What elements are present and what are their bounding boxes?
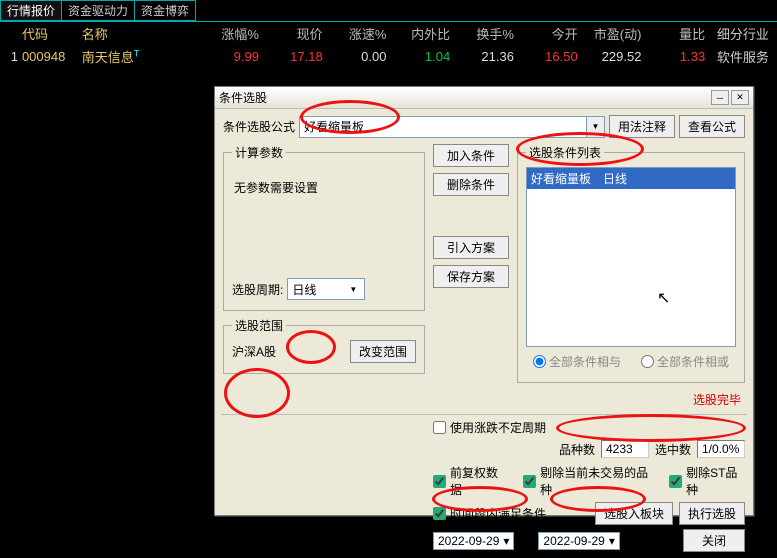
close-icon[interactable]: ✕ <box>731 90 749 105</box>
chk-excl-nontrade-label: 剔除当前未交易的品种 <box>540 464 652 498</box>
stat-varieties-value: 4233 <box>601 440 649 458</box>
cell-code: 000948 <box>22 49 82 64</box>
chk-excl-st[interactable] <box>669 475 682 488</box>
grid-row[interactable]: 1 000948 南天信息T 9.99 17.18 0.00 1.04 21.3… <box>0 45 777 68</box>
usage-button[interactable]: 用法注释 <box>609 115 675 138</box>
chk-excl-st-label: 剔除ST品种 <box>686 464 745 498</box>
col-industry[interactable]: 细分行业 <box>711 24 775 43</box>
change-scope-button[interactable]: 改变范围 <box>350 340 416 363</box>
col-spd[interactable]: 涨速% <box>329 24 393 43</box>
cell-open: 16.50 <box>520 49 584 64</box>
chk-time-label: 时间段内满足条件 <box>450 505 546 522</box>
scope-legend: 选股范围 <box>232 317 286 334</box>
cell-price: 17.18 <box>265 49 329 64</box>
radio-and[interactable]: 全部条件相与 <box>533 353 621 370</box>
cell-pe: 229.52 <box>584 49 648 64</box>
col-vol[interactable]: 量比 <box>647 24 711 43</box>
col-price[interactable]: 现价 <box>265 24 329 43</box>
status-done: 选股完毕 <box>433 391 741 408</box>
chevron-down-icon[interactable]: ▼ <box>346 285 360 294</box>
flag-sup: T <box>134 49 140 59</box>
cell-ratio: 1.04 <box>392 49 456 64</box>
period-label: 选股周期: <box>232 281 283 298</box>
chk-uncertain-label: 使用涨跌不定周期 <box>450 419 546 436</box>
col-turn[interactable]: 换手% <box>456 24 520 43</box>
stat-varieties-label: 品种数 <box>559 441 595 458</box>
col-pe[interactable]: 市盈(动) <box>584 24 648 43</box>
date-to[interactable]: 2022-09-29 ▾ <box>538 532 619 550</box>
col-chgpct[interactable]: 涨幅% <box>201 24 265 43</box>
scope-value: 沪深A股 <box>232 343 276 360</box>
dialog-titlebar[interactable]: 条件选股 ─ ✕ <box>215 87 753 109</box>
col-name[interactable]: 名称 <box>82 24 202 43</box>
calc-params-fieldset: 计算参数 无参数需要设置 选股周期: 日线 ▼ <box>223 144 425 311</box>
condition-listbox[interactable]: 好看缩量板 日线 ↖ <box>526 167 736 347</box>
period-value: 日线 <box>292 281 316 298</box>
chk-excl-nontrade[interactable] <box>523 475 536 488</box>
view-formula-button[interactable]: 查看公式 <box>679 115 745 138</box>
condlist-fieldset: 选股条件列表 好看缩量板 日线 ↖ 全部条件相与 全部条件相或 <box>517 144 745 383</box>
chevron-down-icon[interactable]: ▼ <box>587 116 605 138</box>
formula-input[interactable] <box>299 116 587 138</box>
minimize-icon[interactable]: ─ <box>711 90 729 105</box>
condlist-legend: 选股条件列表 <box>526 144 604 161</box>
chk-fq-label: 前复权数据 <box>450 464 506 498</box>
col-ratio[interactable]: 内外比 <box>392 24 456 43</box>
cell-vol: 1.33 <box>647 49 711 64</box>
scope-fieldset: 选股范围 沪深A股 改变范围 <box>223 317 425 374</box>
stat-hits-value: 1/0.0% <box>697 440 745 458</box>
execute-button[interactable]: 执行选股 <box>679 502 745 525</box>
save-plan-button[interactable]: 保存方案 <box>433 265 509 288</box>
row-index: 1 <box>2 49 22 64</box>
cursor-icon: ↖ <box>657 288 670 308</box>
chevron-down-icon[interactable]: ▾ <box>609 534 615 548</box>
calc-legend: 计算参数 <box>232 144 286 161</box>
period-select[interactable]: 日线 ▼ <box>287 278 365 300</box>
tab-quotes[interactable]: 行情报价 <box>0 0 62 21</box>
tab-fund-drive[interactable]: 资金驱动力 <box>61 0 135 21</box>
grid-header: 代码 名称 涨幅% 现价 涨速% 内外比 换手% 今开 市盈(动) 量比 细分行… <box>0 22 777 45</box>
formula-combo[interactable]: ▼ <box>299 116 605 138</box>
cell-industry: 软件服务 <box>711 47 775 66</box>
del-cond-button[interactable]: 删除条件 <box>433 173 509 196</box>
no-param-text: 无参数需要设置 <box>232 167 416 266</box>
col-code[interactable]: 代码 <box>22 24 82 43</box>
tabstrip: 行情报价 资金驱动力 资金博弈 <box>0 0 777 22</box>
chk-forward-adj[interactable] <box>433 475 446 488</box>
quote-grid: 代码 名称 涨幅% 现价 涨速% 内外比 换手% 今开 市盈(动) 量比 细分行… <box>0 22 777 68</box>
close-button[interactable]: 关闭 <box>683 529 745 552</box>
chevron-down-icon[interactable]: ▾ <box>503 534 509 548</box>
formula-label: 条件选股公式 <box>223 118 295 135</box>
cell-spd: 0.00 <box>329 49 393 64</box>
cell-turn: 21.36 <box>456 49 520 64</box>
to-block-button[interactable]: 选股入板块 <box>595 502 673 525</box>
condition-dialog: 条件选股 ─ ✕ 条件选股公式 ▼ 用法注释 查看公式 计算参数 无参数需要设置… <box>214 86 754 516</box>
add-cond-button[interactable]: 加入条件 <box>433 144 509 167</box>
radio-or[interactable]: 全部条件相或 <box>641 353 729 370</box>
dialog-title-text: 条件选股 <box>219 89 267 106</box>
date-sep: — <box>520 534 532 548</box>
date-from[interactable]: 2022-09-29 ▾ <box>433 532 514 550</box>
col-open[interactable]: 今开 <box>520 24 584 43</box>
cell-chgpct: 9.99 <box>201 49 265 64</box>
tab-fund-game[interactable]: 资金博弈 <box>134 0 196 21</box>
chk-time-range[interactable] <box>433 507 446 520</box>
import-plan-button[interactable]: 引入方案 <box>433 236 509 259</box>
condition-item[interactable]: 好看缩量板 日线 <box>527 168 735 189</box>
stat-hits-label: 选中数 <box>655 441 691 458</box>
cell-name: 南天信息T <box>82 47 202 66</box>
chk-uncertain-period[interactable] <box>433 421 446 434</box>
